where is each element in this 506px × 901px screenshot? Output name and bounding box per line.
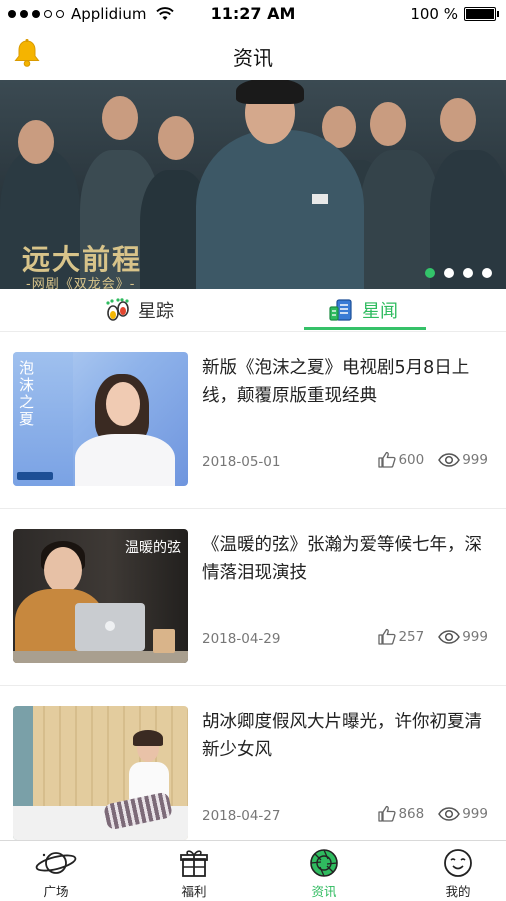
tabbar-label: 我的 [445, 884, 471, 899]
newspaper-icon [329, 299, 352, 321]
eye-icon [438, 806, 461, 821]
bottom-tab-bar: 广场 福利 资讯 我的 [0, 840, 506, 901]
battery-icon [464, 7, 499, 21]
tabbar-label: 广场 [43, 884, 69, 899]
planet-icon [35, 852, 77, 874]
thumbs-up-icon [378, 451, 397, 468]
view-count: 999 [438, 629, 488, 645]
tabbar-item-mine[interactable]: 我的 [408, 847, 506, 900]
news-list-item[interactable]: 胡冰卿度假风大片曝光，许你初夏清新少女风 2018-04-27 868 999 [0, 686, 506, 863]
active-tab-indicator [304, 327, 426, 330]
view-count: 999 [438, 452, 488, 468]
tab-star-news[interactable]: 星闻 [328, 289, 398, 331]
footprints-icon [106, 298, 129, 321]
carousel-dot[interactable] [463, 268, 473, 278]
smiley-face-icon [444, 849, 472, 877]
battery-status: 100 % [410, 5, 499, 23]
news-date: 2018-05-01 [202, 454, 281, 470]
camera-lens-icon [310, 849, 338, 877]
banner-main-figure-hair [236, 80, 304, 104]
banner-figure-head [102, 96, 138, 140]
segment-tabs: 星踪 星闻 [0, 289, 506, 332]
banner-logo-subtitle: -网剧《双龙会》- [26, 277, 136, 289]
banner-figure-head [18, 120, 54, 164]
banner-figure-head [158, 116, 194, 160]
tabbar-item-plaza[interactable]: 广场 [6, 847, 106, 900]
gift-icon [180, 850, 208, 877]
carousel-dot[interactable] [425, 268, 435, 278]
view-count-value: 999 [462, 628, 488, 645]
tab-label: 星踪 [138, 301, 174, 322]
news-title[interactable]: 新版《泡沫之夏》电视剧5月8日上线，颠覆原版重现经典 [202, 354, 494, 410]
status-bar: Applidium 11:27 AM 100 % [0, 0, 506, 28]
like-count-value: 868 [398, 805, 425, 822]
banner-carousel[interactable]: 远大前程 -网剧《双龙会》- [0, 80, 506, 289]
tab-label: 星闻 [362, 301, 398, 322]
like-count[interactable]: 600 [378, 451, 424, 468]
news-thumbnail[interactable] [13, 706, 188, 840]
tabbar-label: 资讯 [311, 884, 337, 899]
page-title: 资讯 [233, 46, 273, 70]
news-list-item[interactable]: 泡沫之夏 新版《泡沫之夏》电视剧5月8日上线，颠覆原版重现经典 2018-05-… [0, 332, 506, 509]
news-stats: 600 999 [378, 451, 488, 468]
eye-icon [438, 452, 461, 467]
news-title[interactable]: 《温暖的弦》张瀚为爱等候七年，深情落泪现演技 [202, 531, 494, 587]
like-count[interactable]: 257 [378, 628, 424, 645]
news-list-item[interactable]: 温暖的弦 《温暖的弦》张瀚为爱等候七年，深情落泪现演技 2018-04-29 2… [0, 509, 506, 686]
battery-percent: 100 % [410, 5, 458, 23]
thumbs-up-icon [378, 805, 397, 822]
news-stats: 868 999 [378, 805, 488, 822]
tabbar-item-news[interactable]: 资讯 [274, 847, 374, 900]
banner-logo: 远大前程 [22, 243, 143, 276]
news-date: 2018-04-27 [202, 808, 281, 824]
banner-figure-head [440, 98, 476, 142]
news-title[interactable]: 胡冰卿度假风大片曝光，许你初夏清新少女风 [202, 708, 494, 764]
banner-figure-head [370, 102, 406, 146]
tabbar-item-welfare[interactable]: 福利 [144, 847, 244, 900]
like-count-value: 600 [398, 451, 425, 468]
view-count-value: 999 [462, 451, 488, 468]
news-date: 2018-04-29 [202, 631, 281, 647]
banner-main-figure [196, 130, 364, 289]
thumbs-up-icon [378, 628, 397, 645]
carousel-dot[interactable] [444, 268, 454, 278]
like-count-value: 257 [398, 628, 425, 645]
tabbar-label: 福利 [181, 884, 207, 899]
carousel-dot[interactable] [482, 268, 492, 278]
carousel-indicator [425, 268, 492, 278]
view-count: 999 [438, 806, 488, 822]
news-thumbnail[interactable]: 温暖的弦 [13, 529, 188, 663]
eye-icon [438, 629, 461, 644]
news-thumbnail[interactable]: 泡沫之夏 [13, 352, 188, 486]
thumbnail-caption: 温暖的弦 [125, 540, 181, 556]
news-stats: 257 999 [378, 628, 488, 645]
view-count-value: 999 [462, 805, 488, 822]
thumbnail-caption: 泡沫之夏 [19, 359, 35, 428]
tab-star-tracking[interactable]: 星踪 [104, 289, 174, 331]
banner-name-tag [312, 194, 328, 204]
nav-bar: 资讯 [0, 28, 506, 81]
like-count[interactable]: 868 [378, 805, 424, 822]
